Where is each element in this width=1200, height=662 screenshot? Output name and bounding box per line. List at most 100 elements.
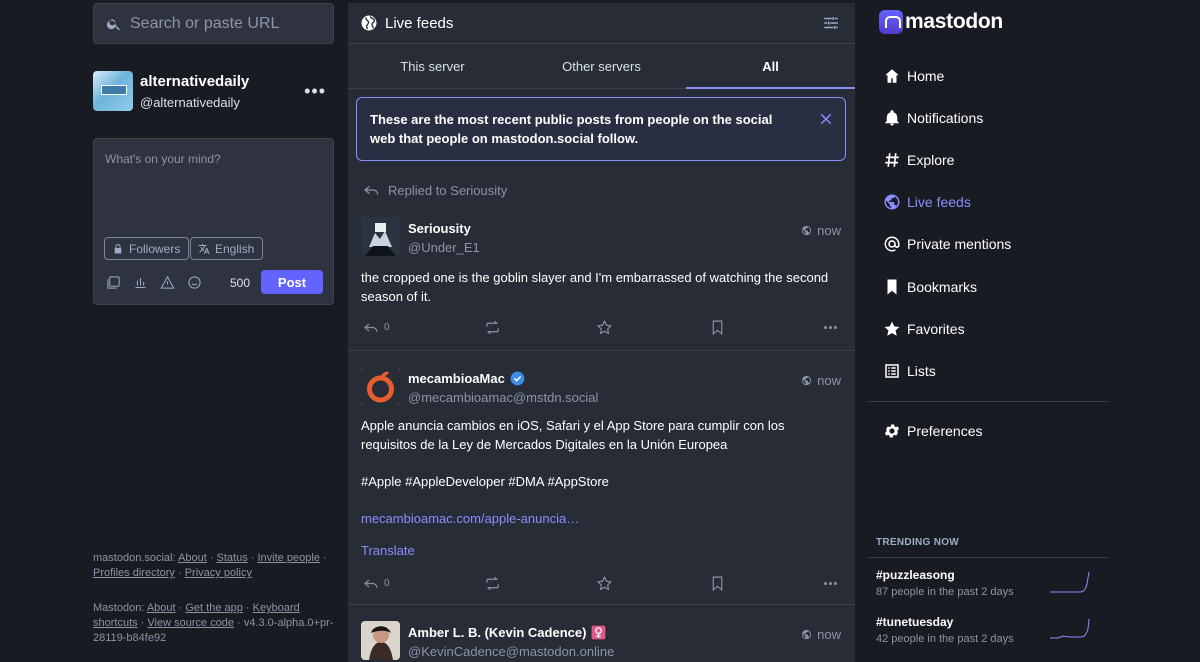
reply-count: 0	[384, 322, 390, 333]
translate-button[interactable]: Translate	[361, 541, 841, 560]
tab-all[interactable]: All	[686, 44, 855, 88]
trend-sparkline	[1050, 571, 1090, 593]
server-label: mastodon.social:	[93, 552, 176, 564]
account-handle[interactable]: @Under_E1	[408, 240, 480, 255]
source-code-link[interactable]: View source code	[147, 617, 234, 629]
mastodon-logo-icon	[879, 10, 903, 34]
poll-icon[interactable]	[133, 275, 148, 290]
star-icon	[596, 319, 613, 335]
about-link[interactable]: About	[178, 552, 207, 564]
boost-button[interactable]	[484, 575, 501, 592]
favorite-button[interactable]	[596, 319, 613, 336]
bookmark-icon	[712, 576, 723, 592]
search-input[interactable]: Search or paste URL	[93, 3, 334, 44]
nav-favorites[interactable]: Favorites	[883, 320, 965, 338]
more-button[interactable]	[822, 575, 839, 592]
live-feeds-column: Live feeds This server Other servers All…	[348, 3, 855, 662]
status-link[interactable]: Status	[217, 552, 248, 564]
emoji-icon[interactable]	[187, 275, 202, 290]
list-icon	[885, 364, 899, 378]
language-button[interactable]: English	[190, 237, 264, 260]
avatar[interactable]	[361, 621, 400, 660]
invite-link[interactable]: Invite people	[258, 552, 320, 564]
mastodon-wordmark: mastodon	[905, 10, 1003, 33]
globe-icon	[802, 629, 812, 640]
mastodon-logo[interactable]: mastodon	[879, 10, 1003, 34]
get-app-link[interactable]: Get the app	[185, 602, 243, 614]
timestamp[interactable]: now	[801, 373, 841, 388]
bookmark-button[interactable]	[709, 319, 726, 336]
reply-icon	[364, 185, 379, 195]
content-warning-icon[interactable]	[160, 275, 175, 290]
status-post[interactable]: Amber L. B. (Kevin Cadence) @KevinCadenc…	[348, 604, 855, 662]
close-icon[interactable]	[819, 112, 833, 126]
nav-live-feeds[interactable]: Live feeds	[883, 193, 971, 211]
boost-button[interactable]	[484, 319, 501, 336]
timestamp[interactable]: now	[801, 627, 841, 642]
search-placeholder: Search or paste URL	[130, 14, 280, 32]
info-banner: These are the most recent public posts f…	[356, 97, 846, 161]
profiles-directory-link[interactable]: Profiles directory	[93, 567, 175, 579]
trending-divider	[868, 557, 1108, 558]
globe-icon	[802, 225, 812, 236]
more-button[interactable]	[822, 319, 839, 336]
nav-bookmarks[interactable]: Bookmarks	[883, 278, 977, 296]
favorite-button[interactable]	[596, 575, 613, 592]
display-name[interactable]: Amber L. B. (Kevin Cadence)	[408, 625, 606, 640]
status-content: the cropped one is the goblin slayer and…	[361, 270, 829, 304]
display-name[interactable]: Seriousity	[408, 221, 471, 236]
account-name[interactable]: alternativedaily	[140, 73, 249, 90]
status-post[interactable]: Replied to Seriousity Seriousity @Under_…	[348, 171, 855, 351]
privacy-policy-link[interactable]: Privacy policy	[185, 567, 252, 579]
star-icon	[596, 575, 613, 591]
status-hashtags[interactable]: #Apple #AppleDeveloper #DMA #AppStore	[361, 472, 841, 491]
avatar[interactable]	[361, 367, 400, 406]
active-tab-indicator	[686, 87, 855, 89]
trending-heading: TRENDING NOW	[876, 537, 960, 548]
account-handle[interactable]: @mecambioamac@mstdn.social	[408, 390, 598, 405]
nav-lists[interactable]: Lists	[883, 362, 936, 380]
about-mastodon-link[interactable]: About	[147, 602, 176, 614]
navigation-panel: mastodon Home Notifications Explore Live…	[868, 0, 1108, 662]
avatar[interactable]	[361, 217, 400, 256]
visibility-label: Followers	[129, 241, 181, 256]
reply-button[interactable]: 0	[362, 575, 390, 592]
visibility-button[interactable]: Followers	[104, 237, 190, 260]
compose-textarea[interactable]: What's on your mind?	[105, 152, 221, 166]
status-content: Apple anuncia cambios en iOS, Safari y e…	[361, 418, 785, 452]
gear-icon	[884, 424, 900, 438]
image-upload-icon[interactable]	[106, 275, 121, 290]
reply-indicator: Replied to Seriousity	[362, 181, 507, 199]
avatar[interactable]	[93, 71, 133, 111]
lock-icon	[114, 243, 122, 253]
settings-icon[interactable]	[822, 14, 840, 32]
nav-private-mentions[interactable]: Private mentions	[883, 235, 1011, 253]
more-icon[interactable]: •••	[304, 81, 326, 102]
left-column: Search or paste URL alternativedaily @al…	[93, 3, 334, 644]
nav-home[interactable]: Home	[883, 67, 944, 85]
reply-icon	[363, 579, 378, 588]
account-card[interactable]: alternativedaily @alternativedaily •••	[93, 71, 334, 113]
reply-icon	[363, 323, 378, 332]
bookmark-button[interactable]	[709, 575, 726, 592]
trend-sparkline	[1050, 618, 1090, 639]
tab-other-servers[interactable]: Other servers	[517, 44, 686, 88]
status-post[interactable]: mecambioaMac @mecambioamac@mstdn.social …	[348, 350, 855, 605]
nav-explore[interactable]: Explore	[883, 151, 954, 169]
trend-item[interactable]: #tunetuesday 42 people in the past 2 day…	[876, 615, 1100, 655]
reply-button[interactable]: 0	[362, 319, 390, 336]
nav-preferences[interactable]: Preferences	[883, 422, 982, 440]
trend-item[interactable]: #puzzleasong 87 people in the past 2 day…	[876, 568, 1100, 608]
status-action-bar: 0	[362, 575, 842, 595]
post-button[interactable]: Post	[261, 270, 323, 294]
account-handle[interactable]: @KevinCadence@mastodon.online	[408, 644, 614, 659]
hashtag-icon	[885, 153, 899, 167]
venus-emoji-icon	[592, 625, 606, 640]
nav-notifications[interactable]: Notifications	[883, 109, 983, 127]
globe-icon	[884, 194, 900, 210]
tab-this-server[interactable]: This server	[348, 44, 517, 88]
status-link[interactable]: mecambioamac.com/apple-anuncia…	[361, 509, 841, 528]
display-name[interactable]: mecambioaMac	[408, 371, 525, 386]
at-icon	[884, 236, 900, 252]
timestamp[interactable]: now	[801, 223, 841, 238]
